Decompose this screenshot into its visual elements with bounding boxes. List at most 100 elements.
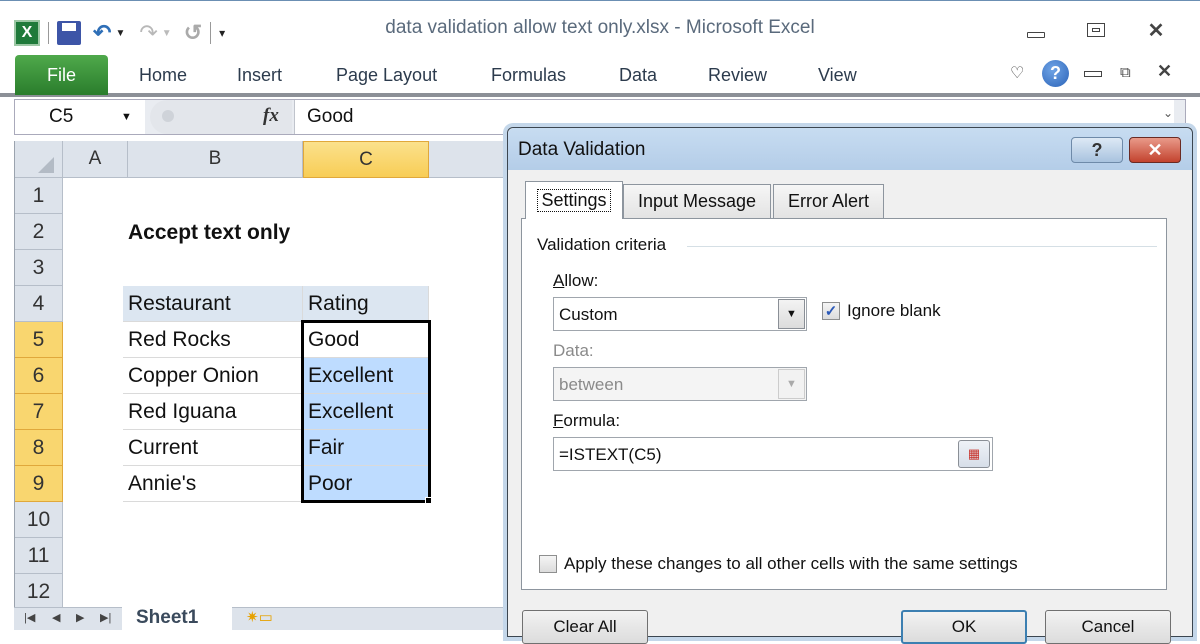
close-icon: ✕ (1147, 139, 1163, 160)
settings-panel: Validation criteria Allow: Custom ▼ ✓ Ig… (521, 218, 1167, 590)
tab-data[interactable]: Data (619, 65, 657, 86)
row-header-11[interactable]: 11 (15, 538, 63, 574)
column-header-c[interactable]: C (303, 141, 429, 178)
tab-page-layout[interactable]: Page Layout (336, 65, 437, 86)
checkbox-checked-icon[interactable]: ✓ (822, 302, 840, 320)
table-cell-rating[interactable]: Good (303, 322, 429, 358)
name-box[interactable]: C5 ▼ (15, 100, 145, 134)
tab-insert[interactable]: Insert (237, 65, 282, 86)
workbook-close-icon[interactable]: ✕ (1157, 61, 1172, 82)
tab-input-message[interactable]: Input Message (623, 184, 771, 218)
tab-settings[interactable]: Settings (525, 181, 623, 219)
clear-all-button[interactable]: Clear All (522, 610, 648, 644)
row-header-5[interactable]: 5 (15, 322, 63, 358)
sheet-tab-bar: |◀ ◀ ▶ ▶| Sheet1 ✷▭ (14, 607, 509, 631)
tab-view[interactable]: View (818, 65, 857, 86)
table-cell-rating[interactable]: Excellent (303, 358, 429, 394)
tab-formulas[interactable]: Formulas (491, 65, 566, 86)
formula-bar-buttons: fx (150, 100, 292, 134)
ok-button[interactable]: OK (901, 610, 1027, 644)
row-header-12[interactable]: 12 (15, 574, 63, 610)
row-header-9[interactable]: 9 (15, 466, 63, 502)
table-cell-restaurant[interactable]: Current (123, 430, 303, 466)
checkbox-unchecked-icon[interactable] (539, 555, 557, 573)
restore-button[interactable] (1076, 17, 1116, 43)
name-box-value: C5 (49, 106, 74, 127)
dialog-title: Data Validation (518, 139, 646, 160)
tab-file[interactable]: File (15, 55, 108, 95)
allow-value: Custom (559, 305, 618, 324)
apply-all-label: Apply these changes to all other cells w… (564, 554, 1018, 573)
select-all-corner[interactable] (15, 141, 63, 178)
table-cell-rating[interactable]: Fair (303, 430, 429, 466)
data-dropdown: between ▼ (553, 367, 807, 401)
apply-all-checkbox[interactable]: Apply these changes to all other cells w… (539, 554, 1018, 574)
row-header-6[interactable]: 6 (15, 358, 63, 394)
table-header-restaurant[interactable]: Restaurant (123, 286, 303, 322)
close-icon: ✕ (1147, 19, 1165, 42)
ignore-blank-label: Ignore blank (847, 301, 941, 320)
section-divider (687, 246, 1157, 247)
ribbon-tabs: File Home Insert Page Layout Formulas Da… (0, 55, 1200, 97)
select-all-icon (37, 157, 54, 173)
expand-handle-icon[interactable] (162, 110, 174, 122)
column-header-d[interactable]: D (429, 141, 519, 178)
dialog-close-button[interactable]: ✕ (1129, 137, 1181, 163)
row-header-2[interactable]: 2 (15, 214, 63, 250)
allow-label: Allow: (553, 271, 599, 290)
workbook-restore-icon[interactable]: ⧉ (1120, 64, 1140, 82)
formula-value: =ISTEXT(C5) (559, 445, 662, 464)
tab-settings-label: Settings (537, 189, 611, 212)
insert-worksheet-icon[interactable]: ✷▭ (246, 608, 273, 626)
formula-input[interactable]: =ISTEXT(C5) ▦ (553, 437, 993, 471)
range-selector-icon[interactable]: ▦ (958, 440, 990, 468)
row-header-10[interactable]: 10 (15, 502, 63, 538)
column-header-a[interactable]: A (63, 141, 128, 178)
prev-sheet-icon[interactable]: ◀ (52, 611, 60, 624)
table-cell-restaurant[interactable]: Copper Onion (123, 358, 303, 394)
help-icon: ? (1091, 139, 1103, 160)
expand-formula-bar-icon[interactable]: ⌄ (1163, 106, 1173, 120)
name-box-dropdown-icon[interactable]: ▼ (121, 111, 132, 123)
dialog-title-bar[interactable]: Data Validation ? ✕ (508, 128, 1192, 170)
data-value: between (559, 375, 624, 394)
insert-function-icon[interactable]: fx (263, 105, 279, 127)
minimize-button[interactable] (1016, 17, 1056, 43)
allow-dropdown[interactable]: Custom ▼ (553, 297, 807, 331)
row-header-1[interactable]: 1 (15, 178, 63, 214)
worksheet-grid[interactable]: A B C D 1 2 3 4 5 6 7 8 9 10 11 12 Accep… (14, 141, 519, 610)
tab-error-alert[interactable]: Error Alert (773, 184, 884, 218)
dialog-help-button[interactable]: ? (1071, 137, 1123, 163)
tab-home[interactable]: Home (139, 65, 187, 86)
column-header-b[interactable]: B (128, 141, 303, 178)
table-cell-restaurant[interactable]: Red Rocks (123, 322, 303, 358)
data-label: Data: (553, 341, 594, 360)
first-sheet-icon[interactable]: |◀ (24, 611, 35, 624)
table-header-rating[interactable]: Rating (303, 286, 429, 322)
workbook-minimize-icon[interactable] (1084, 71, 1102, 77)
table-cell-restaurant[interactable]: Red Iguana (123, 394, 303, 430)
fill-handle[interactable] (425, 497, 432, 504)
chevron-down-icon: ▼ (778, 369, 805, 399)
cancel-button[interactable]: Cancel (1045, 610, 1171, 644)
last-sheet-icon[interactable]: ▶| (100, 611, 111, 624)
row-header-7[interactable]: 7 (15, 394, 63, 430)
table-cell-rating[interactable]: Excellent (303, 394, 429, 430)
sheet-tab-sheet1[interactable]: Sheet1 (122, 607, 232, 631)
minimize-icon (1027, 32, 1045, 38)
table-cell-rating[interactable]: Poor (303, 466, 429, 502)
row-header-3[interactable]: 3 (15, 250, 63, 286)
row-header-4[interactable]: 4 (15, 286, 63, 322)
minimize-ribbon-icon[interactable]: ♡ (1010, 63, 1024, 83)
title-bar: X ↶ ▼ ↷ ▼ ↺ ▾ data validation allow text… (0, 0, 1200, 55)
chevron-down-icon[interactable]: ▼ (778, 299, 805, 329)
close-button[interactable]: ✕ (1136, 17, 1176, 43)
table-cell-restaurant[interactable]: Annie's (123, 466, 303, 502)
validation-criteria-label: Validation criteria (537, 235, 667, 254)
tab-review[interactable]: Review (708, 65, 767, 86)
row-header-8[interactable]: 8 (15, 430, 63, 466)
help-icon[interactable]: ? (1042, 60, 1069, 87)
ignore-blank-checkbox[interactable]: ✓ Ignore blank (822, 301, 941, 321)
sheet-heading[interactable]: Accept text only (128, 221, 290, 245)
next-sheet-icon[interactable]: ▶ (76, 611, 84, 624)
